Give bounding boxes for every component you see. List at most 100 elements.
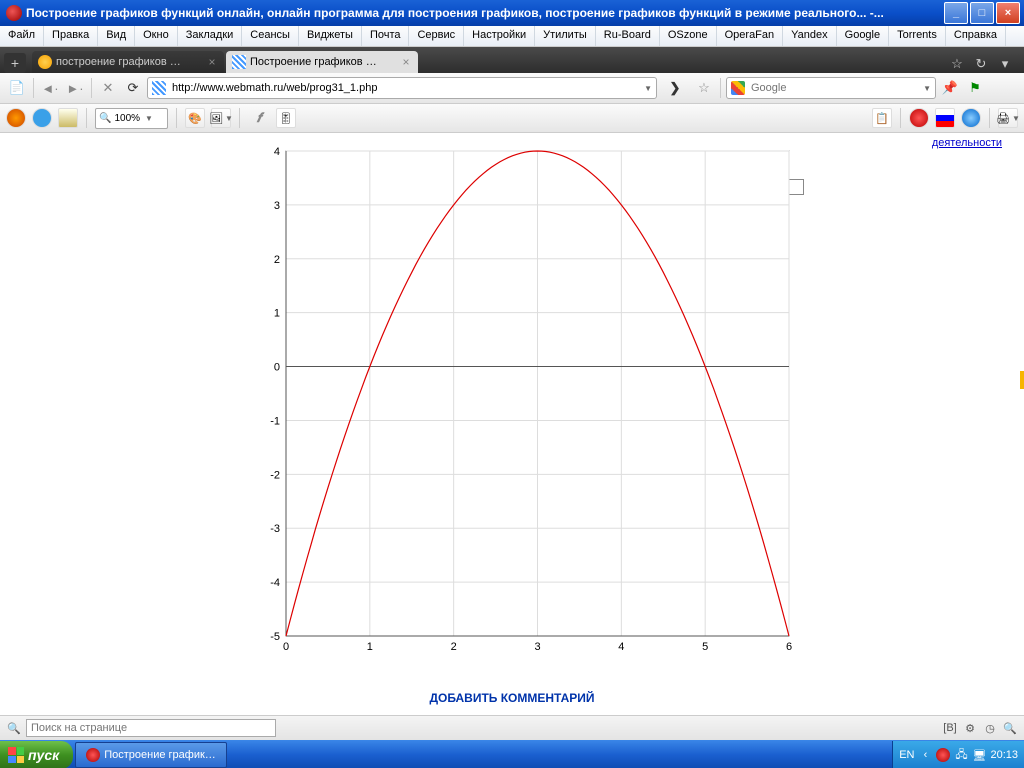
new-tab-button[interactable]: +	[4, 53, 26, 73]
tab1-label: построение графиков …	[56, 56, 202, 68]
library-icon[interactable]	[58, 108, 78, 128]
firefox-icon[interactable]	[6, 108, 26, 128]
tray-clock[interactable]: 20:13	[990, 749, 1018, 761]
start-button[interactable]: пуск	[0, 741, 73, 768]
forward-button[interactable]: ►·	[64, 77, 86, 99]
zoom-dropdown-icon[interactable]: ▼	[145, 114, 153, 123]
separator-icon	[176, 108, 177, 128]
svg-text:-3: -3	[270, 523, 280, 535]
separator-icon	[720, 78, 721, 98]
menu-window[interactable]: Окно	[135, 26, 178, 46]
tab-2[interactable]: Построение графиков … ×	[226, 51, 418, 73]
tab-controls: ☆ ↻ ▾	[942, 55, 1020, 73]
back-button[interactable]: ◄·	[39, 77, 61, 99]
window-titlebar: Построение графиков функций онлайн, онла…	[0, 0, 1024, 26]
tab2-close-icon[interactable]: ×	[400, 56, 412, 68]
search-bar[interactable]: ▼	[726, 77, 936, 99]
tray-network-icon[interactable]: 🖧	[954, 748, 968, 762]
svg-text:-5: -5	[270, 631, 280, 643]
print-icon[interactable]: 🖨▼	[998, 108, 1018, 128]
stop-button[interactable]: ✕	[97, 77, 119, 99]
svg-text:1: 1	[274, 308, 280, 320]
svg-text:0: 0	[274, 362, 280, 374]
menu-mail[interactable]: Почта	[362, 26, 410, 46]
zoom-value: 100%	[114, 113, 140, 124]
menu-utils[interactable]: Утилиты	[535, 26, 596, 46]
menu-operafan[interactable]: OperaFan	[717, 26, 784, 46]
menu-yandex[interactable]: Yandex	[783, 26, 837, 46]
svg-text:6: 6	[786, 641, 792, 653]
find-input[interactable]	[26, 719, 276, 737]
cache-icon[interactable]: 🎨	[185, 108, 205, 128]
taskapp-label: Построение график…	[104, 749, 216, 761]
window-minimize-button[interactable]: _	[944, 2, 968, 24]
tray-arrow-icon[interactable]: ‹	[918, 748, 932, 762]
svg-text:-1: -1	[270, 415, 280, 427]
window-close-button[interactable]: ×	[996, 2, 1020, 24]
status-zoom-icon[interactable]: 🔍	[1002, 720, 1018, 736]
url-dropdown-icon[interactable]: ▼	[644, 84, 652, 93]
tab-menu-icon[interactable]: ▾	[996, 55, 1014, 73]
tab1-close-icon[interactable]: ×	[206, 56, 218, 68]
page-content: деятельности 0123456-5-4-3-2-101234 ДОБА…	[0, 133, 1024, 715]
menu-torrents[interactable]: Torrents	[889, 26, 946, 46]
trash-icon[interactable]: ↻	[972, 55, 990, 73]
opera-blue-icon[interactable]	[961, 108, 981, 128]
status-sync-icon[interactable]: ◷	[982, 720, 998, 736]
images-toggle-icon[interactable]: 🖼▼	[211, 108, 231, 128]
pin-icon[interactable]: 📌	[939, 77, 961, 99]
search-dropdown-icon[interactable]: ▼	[923, 84, 931, 93]
zoom-combo[interactable]: 🔍 100% ▼	[95, 108, 168, 129]
opera-red-icon[interactable]	[909, 108, 929, 128]
menu-settings[interactable]: Настройки	[464, 26, 535, 46]
menu-widgets[interactable]: Виджеты	[299, 26, 362, 46]
menu-help[interactable]: Справка	[946, 26, 1006, 46]
menu-bar: Файл Правка Вид Окно Закладки Сеансы Вид…	[0, 26, 1024, 47]
tab2-label: Построение графиков …	[250, 56, 396, 68]
url-input[interactable]	[170, 79, 638, 97]
tray-monitor-icon[interactable]: 🖥	[972, 748, 986, 762]
separator-icon	[900, 108, 901, 128]
svg-text:-4: -4	[270, 577, 280, 589]
status-settings-icon[interactable]: ⚙	[962, 720, 978, 736]
window-maximize-button[interactable]: □	[970, 2, 994, 24]
tray-opera-icon[interactable]	[936, 748, 950, 762]
reload-button[interactable]: ⟳	[122, 77, 144, 99]
add-comment-link[interactable]: ДОБАВИТЬ КОММЕНТАРИЙ	[0, 691, 1024, 705]
menu-google[interactable]: Google	[837, 26, 889, 46]
wand-icon[interactable]: 𝒇	[248, 107, 270, 129]
go-button[interactable]: ❯	[664, 77, 686, 99]
menu-oszone[interactable]: OSzone	[660, 26, 717, 46]
panel-toggle-icon[interactable]: ☆	[948, 55, 966, 73]
menu-bookmarks[interactable]: Закладки	[178, 26, 243, 46]
address-bar[interactable]: ▼	[147, 77, 657, 99]
notes-icon[interactable]: 📋	[872, 108, 892, 128]
menu-ruboard[interactable]: Ru-Board	[596, 26, 660, 46]
windows-logo-icon	[8, 747, 24, 763]
chart-area: 0123456-5-4-3-2-101234	[246, 141, 799, 666]
tab-1[interactable]: построение графиков … ×	[32, 51, 224, 73]
separator-icon	[989, 108, 990, 128]
flag-icon[interactable]: ⚑	[964, 77, 986, 99]
menu-edit[interactable]: Правка	[44, 26, 98, 46]
find-icon: 🔍	[6, 720, 22, 736]
separator-icon	[86, 108, 87, 128]
system-tray: EN ‹ 🖧 🖥 20:13	[892, 741, 1024, 768]
flag-ru-icon[interactable]	[935, 108, 955, 128]
comment-icon[interactable]	[32, 108, 52, 128]
start-label: пуск	[28, 747, 59, 763]
unite-icon[interactable]: 🎚	[276, 108, 296, 128]
new-page-button[interactable]: 📄	[6, 77, 28, 99]
menu-file[interactable]: Файл	[0, 26, 44, 46]
svg-text:0: 0	[283, 641, 289, 653]
taskbar-app-button[interactable]: Построение график…	[75, 742, 227, 768]
menu-sessions[interactable]: Сеансы	[242, 26, 299, 46]
status-lang-indicator[interactable]: [B]	[942, 720, 958, 736]
bookmark-star-icon[interactable]: ☆	[693, 77, 715, 99]
tray-lang-indicator[interactable]: EN	[899, 749, 914, 761]
find-bar: 🔍 [B] ⚙ ◷ 🔍	[0, 715, 1024, 740]
menu-view[interactable]: Вид	[98, 26, 135, 46]
search-input[interactable]	[749, 81, 917, 95]
menu-tools[interactable]: Сервис	[409, 26, 464, 46]
link-activities[interactable]: деятельности	[932, 137, 1002, 149]
